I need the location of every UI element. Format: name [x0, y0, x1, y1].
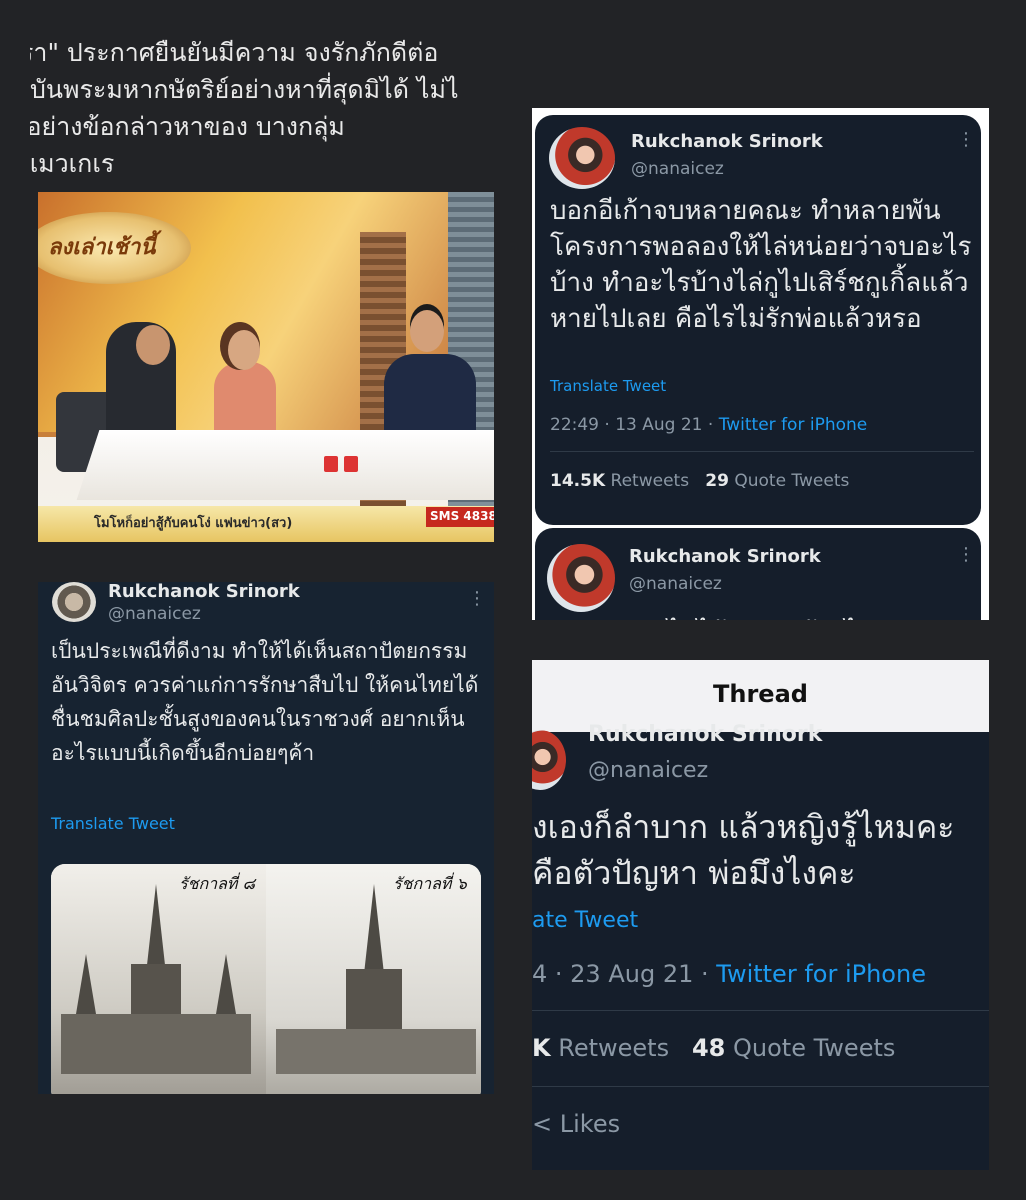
mug [324, 456, 338, 472]
guest-head [410, 310, 444, 352]
author-handle[interactable]: @nanaicez [588, 758, 708, 783]
quote-tweets-count[interactable]: 48 [692, 1034, 725, 1062]
translate-tweet-link[interactable]: ate Tweet [532, 908, 638, 933]
divider [532, 1086, 989, 1087]
more-options-icon[interactable]: ⋮ [957, 131, 975, 149]
author-handle[interactable]: @nanaicez [108, 604, 201, 624]
thread-screenshot: Thread Rukchanok Srinork @nanaicez งเองก… [532, 660, 989, 1170]
author-name[interactable]: Rukchanok Srinork [631, 131, 823, 152]
retweets-count[interactable]: 14.5K [550, 471, 605, 491]
avatar[interactable] [532, 730, 566, 790]
author-name[interactable]: Rukchanok Srinork [108, 582, 300, 602]
tweet-text-cropped: ลงเปรม ลงไปได้เลยพ่อข้างไหนคะ [545, 612, 924, 620]
quote-tweets-label[interactable]: Quote Tweets [725, 1034, 895, 1062]
ticker-text: โมโหก็อย่าสู้กับคนโง่ แฟนข่าว(สว) [94, 516, 293, 531]
timestamp-text: 4 · 23 Aug 21 · [532, 960, 717, 988]
caption-line: เอย่างข้อกล่าวหาของ บางกลุ่ม [30, 112, 345, 141]
tweet-timestamp: 4 · 23 Aug 21 · Twitter for iPhone [532, 960, 926, 988]
presenter-head [136, 325, 170, 365]
avatar[interactable] [549, 127, 615, 189]
author-handle[interactable]: @nanaicez [631, 159, 724, 179]
crematorium-photo-right [266, 864, 481, 1094]
tweet-stats: 14.5K Retweets 29 Quote Tweets [550, 471, 849, 491]
quote-tweets-label[interactable]: Quote Tweets [729, 471, 849, 491]
translate-tweet-link[interactable]: Translate Tweet [550, 377, 666, 395]
caption-line: าบันพระมหากษัตริย์อย่างหาที่สุดมิได้ ไม่… [30, 75, 459, 104]
tweet-text-line: งเองก็ลำบาก แล้วหญิงรู้ไหมคะ [532, 808, 955, 846]
tweet-stats: K Retweets 48 Quote Tweets [532, 1034, 895, 1062]
mug [344, 456, 358, 472]
tweet-text: งเองก็ลำบาก แล้วหญิงรู้ไหมคะ คือตัวปัญหา… [532, 804, 989, 896]
presenter-head [228, 330, 260, 370]
more-options-icon[interactable]: ⋮ [957, 546, 975, 564]
divider [532, 1010, 989, 1011]
caption-text-block: รา" ประกาศยืนยันมีความ จงรักภักดีต่อ าบั… [30, 34, 495, 184]
author-name[interactable]: Rukchanok Srinork [588, 722, 822, 747]
tweet-text: เป็นประเพณีที่ดีงาม ทำให้ได้เห็นสถาปัตยก… [51, 639, 479, 765]
tweet-screenshot-top-right: Rukchanok Srinork @nanaicez ⋮ บอกอีเก้าจ… [532, 108, 989, 620]
divider [550, 451, 974, 452]
caption-line: แมวเกเร [30, 149, 115, 178]
caption-line: รา" ประกาศยืนยันมีความ จงรักภักดีต่อ [30, 38, 439, 67]
tweet-text: บอกอีเก้าจบหลายคณะ ทำหลายพันโครงการพอลอง… [550, 196, 972, 334]
timestamp-text: 22:49 · 13 Aug 21 · [550, 415, 719, 435]
quote-tweets-count[interactable]: 29 [705, 471, 729, 491]
translate-tweet-link[interactable]: Translate Tweet [51, 814, 175, 833]
image-caption: รัชกาลที่ ๖ [393, 874, 467, 893]
tweet-image[interactable]: รัชกาลที่ ๘ รัชกาลที่ ๖ [51, 864, 481, 1094]
retweets-count[interactable]: K [532, 1034, 551, 1062]
retweets-label[interactable]: Retweets [551, 1034, 669, 1062]
retweets-label[interactable]: Retweets [605, 471, 690, 491]
avatar[interactable] [52, 582, 96, 622]
tweet-text-line: คือตัวปัญหา พ่อมึงไงคะ [532, 854, 856, 892]
crematorium-photo-left [51, 864, 266, 1094]
tweet-timestamp: 22:49 · 13 Aug 21 · Twitter for iPhone [550, 415, 867, 435]
tweet-card: Rukchanok Srinork @nanaicez ⋮ ลงเปรม ลงไ… [535, 528, 981, 620]
tweet-screenshot-bottom-left: Rukchanok Srinork @nanaicez ⋮ เป็นประเพณ… [38, 582, 494, 1094]
news-broadcast-image: ลงเล่าเช้านี้ โมโหก็อย่าสู้กับคนโง่ แฟนข… [38, 192, 494, 542]
avatar[interactable] [547, 544, 615, 612]
guest-figure [384, 354, 476, 442]
more-options-icon[interactable]: ⋮ [468, 590, 486, 608]
author-handle[interactable]: @nanaicez [629, 574, 722, 594]
client-link[interactable]: Twitter for iPhone [716, 960, 926, 988]
client-link[interactable]: Twitter for iPhone [719, 415, 868, 435]
tweet-card: Rukchanok Srinork @nanaicez ⋮ บอกอีเก้าจ… [535, 115, 981, 525]
likes-label[interactable]: < Likes [532, 1110, 620, 1138]
sms-badge: SMS 48389 [426, 507, 494, 527]
thread-title: Thread [713, 680, 808, 708]
image-caption: รัชกาลที่ ๘ [179, 874, 255, 893]
news-desk [76, 430, 494, 500]
author-name[interactable]: Rukchanok Srinork [629, 546, 821, 567]
